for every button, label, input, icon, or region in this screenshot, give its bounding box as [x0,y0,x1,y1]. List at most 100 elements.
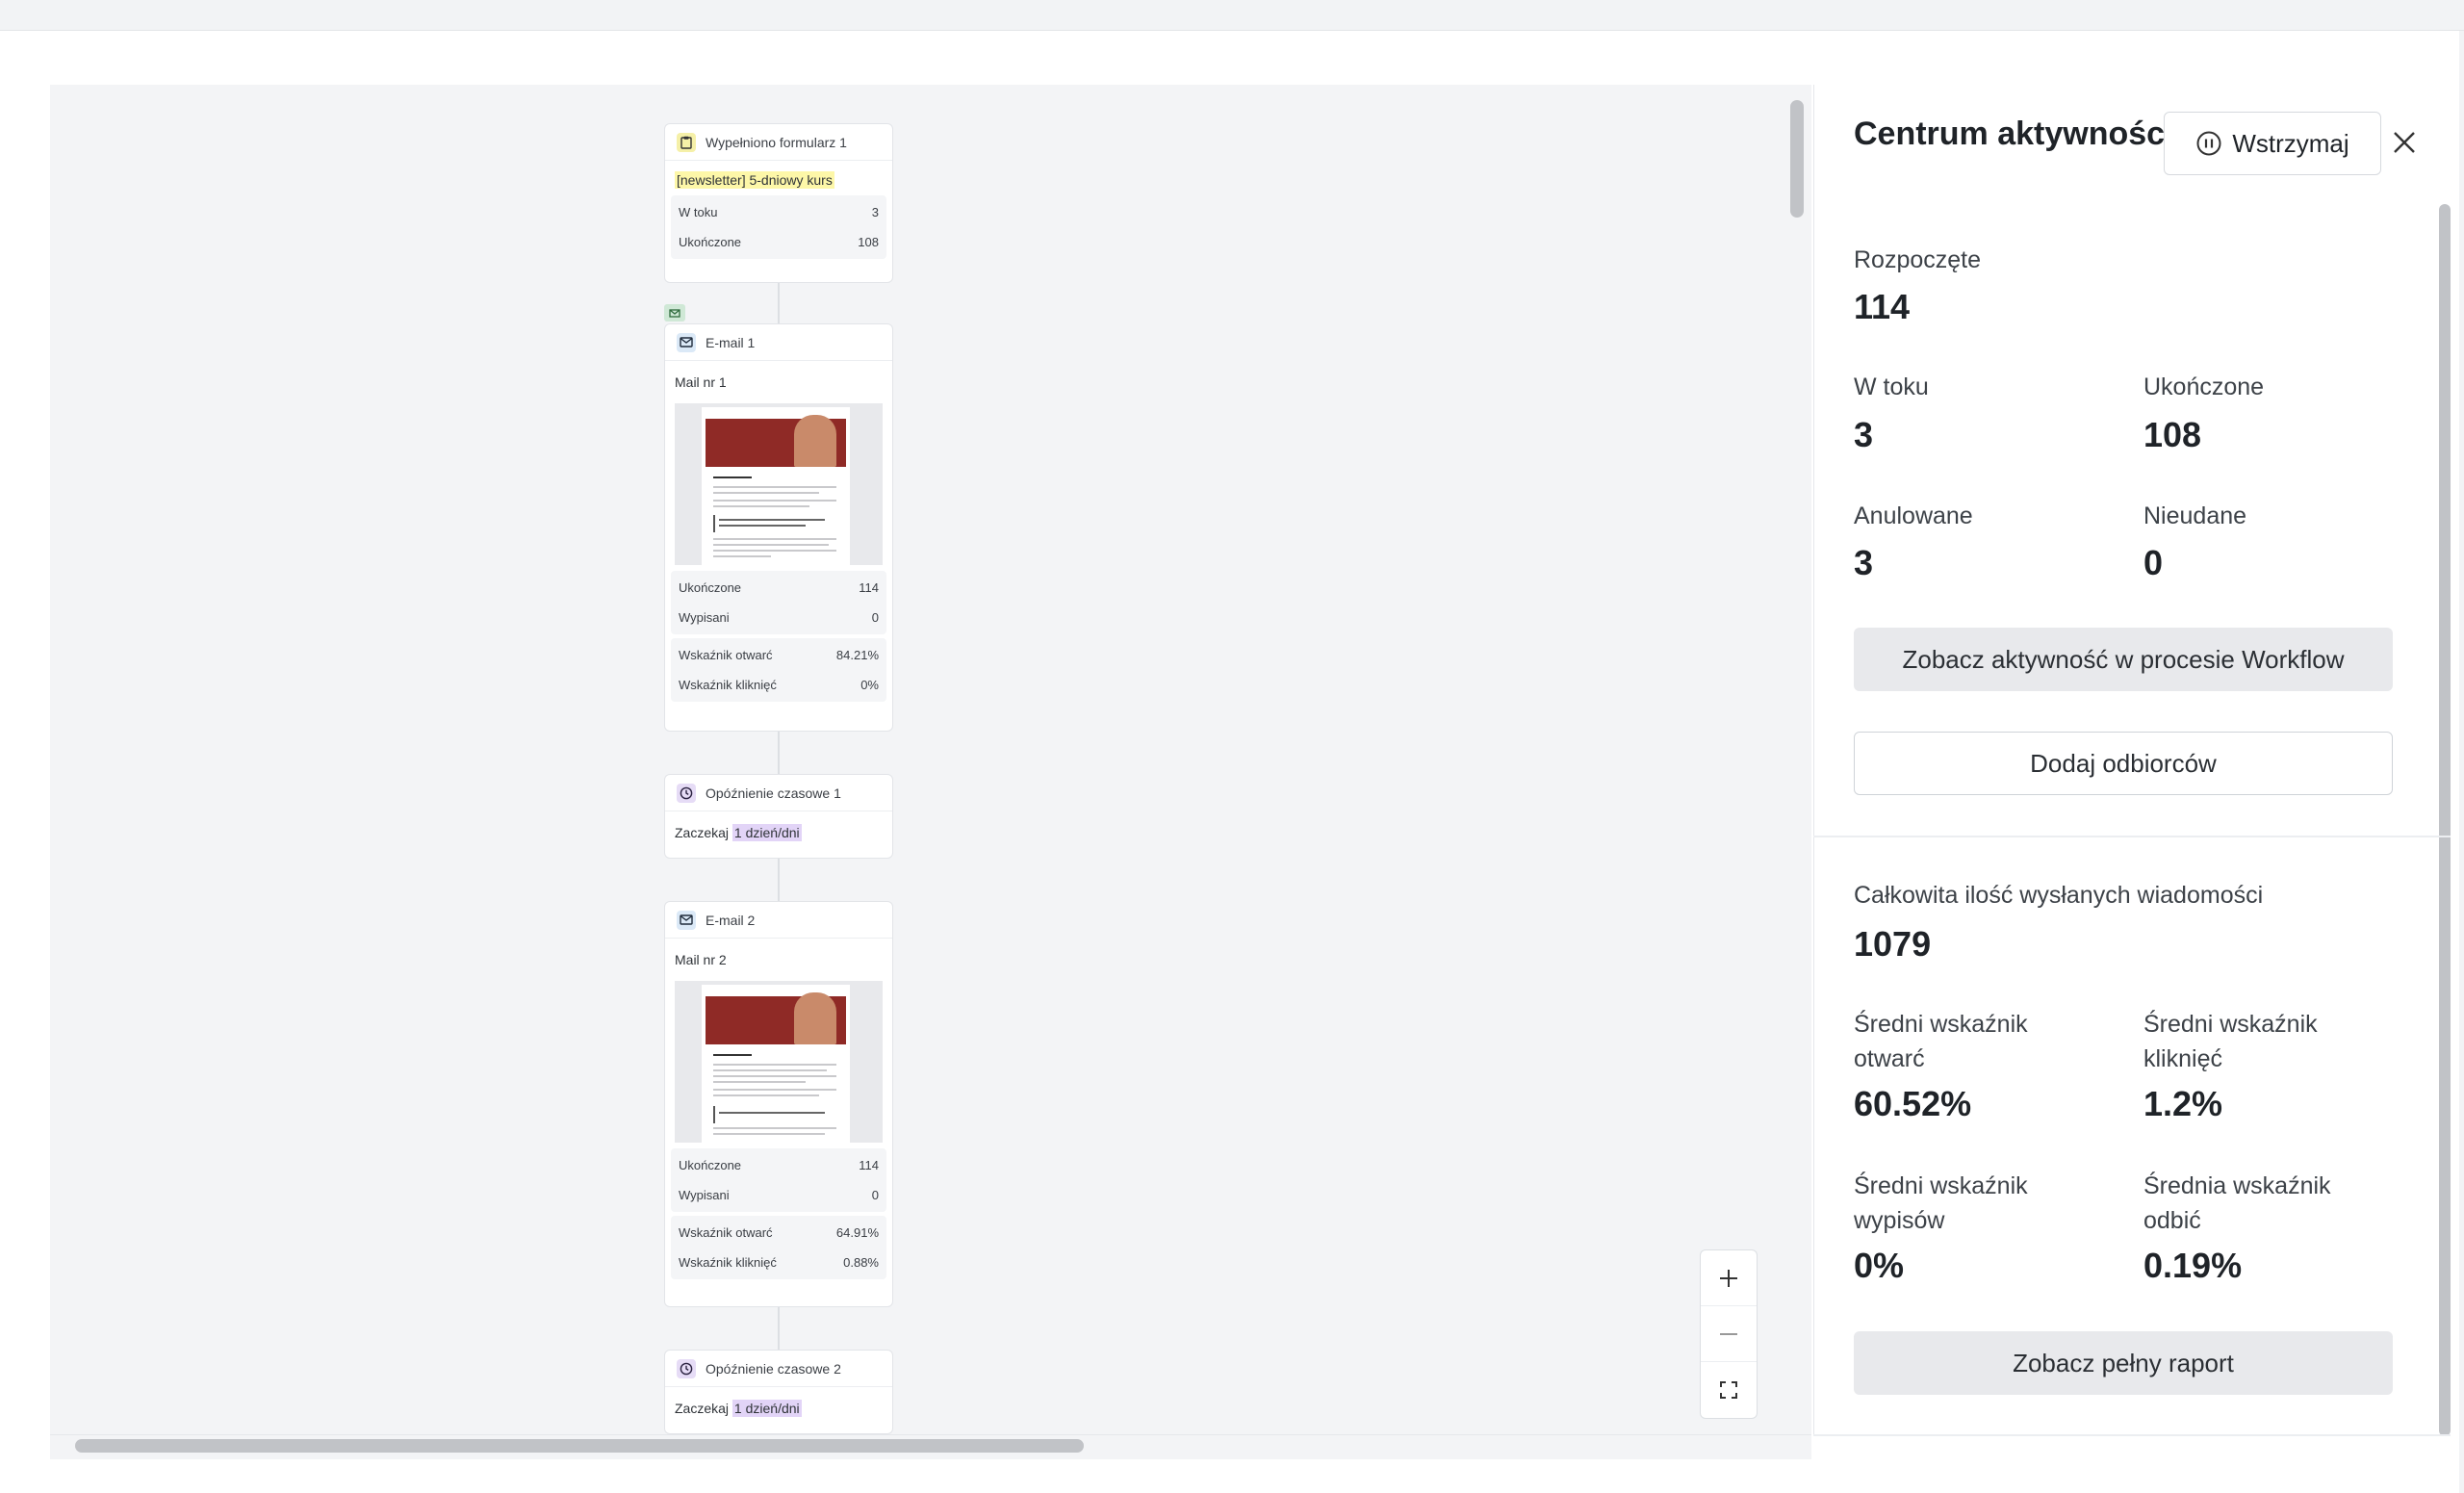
stat-label: Wskaźnik otwarć [679,648,773,662]
stat-value: 64.91% [835,1225,879,1240]
avg-bounce-rate-value: 0.19% [2143,1246,2243,1285]
avg-bounce-rate-label: Średnia wskaźnik odbić [2143,1172,2331,1234]
stat-label: Wypisani [679,610,730,625]
completed-value: 108 [2143,415,2202,454]
delay-duration: 1 dzień/dni [732,1400,802,1417]
avg-click-rate-value: 1.2% [2143,1084,2223,1123]
zoom-in-button[interactable] [1701,1250,1757,1306]
stat-label: Wypisani [679,1188,730,1202]
stat-label: Wskaźnik otwarć [679,1225,773,1240]
delay-node-1[interactable]: Opóźnienie czasowe 1 Zaczekaj 1 dzień/dn… [664,774,893,859]
top-bar [0,0,2464,31]
stat-row: Wskaźnik kliknięć 0.88% [671,1248,886,1277]
canvas-vertical-scroll-thumb[interactable] [1790,100,1804,218]
stat-value: 3 [871,205,879,219]
failed-label: Nieudane [2143,502,2247,529]
delay-prefix: Zaczekaj [675,1401,730,1416]
view-full-report-button[interactable]: Zobacz pełny raport [1854,1331,2393,1395]
stat-row: Wskaźnik otwarć 84.21% [671,640,886,670]
avg-open-rate-value: 60.52% [1854,1084,1972,1123]
email-preview-thumbnail[interactable] [675,981,883,1143]
close-button[interactable] [2385,123,2424,162]
cancelled-label: Anulowane [1854,502,1973,529]
page-gutter [2459,31,2464,1493]
stat-label: Ukończone [679,580,742,595]
in-progress-label: W toku [1854,373,1929,400]
add-recipients-button[interactable]: Dodaj odbiorców [1854,732,2393,795]
panel-title: Centrum aktywności [1854,116,2174,152]
stat-value: 0% [860,678,879,692]
stat-label: Ukończone [679,235,742,249]
stat-value: 0 [871,1188,879,1202]
connector-line [778,1307,780,1350]
connector-line [778,732,780,774]
stat-label: Wskaźnik kliknięć [679,678,777,692]
email-node-1[interactable]: E-mail 1 Mail nr 1 Ukończone 114 Wypisani… [664,323,893,732]
panel-scrollbar[interactable] [2439,204,2451,1436]
plus-icon [1720,1269,1737,1287]
email-preview-thumbnail[interactable] [675,403,883,565]
stat-row: Wypisani 0 [671,1180,886,1210]
email-node-2[interactable]: E-mail 2 Mail nr 2 Ukończone 114 Wypisani… [664,901,893,1307]
failed-value: 0 [2143,543,2164,582]
zoom-out-button[interactable] [1701,1306,1757,1362]
stat-row: Wskaźnik otwarć 64.91% [671,1218,886,1248]
canvas-horizontal-scroll-thumb[interactable] [75,1439,1084,1453]
completed-label: Ukończone [2143,373,2265,400]
trigger-node[interactable]: Wypełniono formularz 1 [newsletter] 5-dn… [664,123,893,283]
trigger-stats: W toku 3 Ukończone 108 [671,195,886,259]
email-subject: Mail nr 2 [675,952,727,967]
stat-value: 114 [859,580,879,595]
email-rate-stats: Wskaźnik otwarć 64.91% Wskaźnik kliknięć 0… [671,1216,886,1279]
pause-button[interactable]: Wstrzymaj [2164,112,2381,175]
canvas-vertical-scrollbar[interactable] [1786,85,1811,1434]
email-stats: Ukończone 114 Wypisani 0 [671,571,886,634]
avg-unsubscribe-rate-value: 0% [1854,1246,1905,1285]
email-node-title: E-mail 2 [706,912,756,928]
delay-node-title: Opóźnienie czasowe 1 [706,785,841,801]
email-rate-stats: Wskaźnik otwarć 84.21% Wskaźnik kliknięć 0… [671,638,886,702]
total-sent-label: Całkowita ilość wysłanych wiadomości [1854,882,2264,909]
fit-view-button[interactable] [1701,1362,1757,1418]
delay-node-title: Opóźnienie czasowe 2 [706,1360,841,1377]
delay-duration: 1 dzień/dni [732,824,802,841]
form-name: [newsletter] 5-dniowy kurs [675,171,834,189]
in-progress-value: 3 [1854,415,1874,454]
stat-row: Ukończone 114 [671,573,886,603]
view-workflow-activity-button[interactable]: Zobacz aktywność w procesie Workflow [1854,628,2393,691]
fullscreen-icon [1720,1381,1737,1399]
panel-divider [1813,836,2451,837]
email-stats: Ukończone 114 Wypisani 0 [671,1148,886,1212]
stat-row: W toku 3 [671,197,886,227]
cancelled-value: 3 [1854,543,1874,582]
panel-bottom-divider [1813,1434,2451,1436]
clock-icon [677,783,696,803]
stat-label: Wskaźnik kliknięć [679,1255,777,1270]
stat-value: 0.88% [843,1255,879,1270]
clipboard-icon [677,132,696,152]
delay-node-2[interactable]: Opóźnienie czasowe 2 Zaczekaj 1 dzień/dn… [664,1350,893,1434]
delay-prefix: Zaczekaj [675,825,730,840]
stat-value: 114 [859,1158,879,1172]
close-icon [2394,132,2415,153]
started-value: 114 [1854,287,1911,326]
email-subject: Mail nr 1 [675,374,727,390]
minus-icon [1720,1332,1737,1335]
mail-icon [677,910,696,930]
total-sent-value: 1079 [1854,924,1932,964]
avg-open-rate-label: Średni wskaźnik otwarć [1854,1011,2028,1072]
connector-line [778,283,780,323]
stat-value: 0 [871,610,879,625]
pause-button-label: Wstrzymaj [2232,128,2349,158]
stat-row: Ukończone 108 [671,227,886,257]
mail-open-badge-icon [664,304,685,322]
stat-row: Wskaźnik kliknięć 0% [671,670,886,700]
stat-value: 108 [858,235,879,249]
trigger-node-title: Wypełniono formularz 1 [706,134,847,150]
stat-label: Ukończone [679,1158,742,1172]
workflow-canvas[interactable] [50,85,1786,1434]
started-label: Rozpoczęte [1854,246,1982,273]
mail-icon [677,332,696,352]
avg-click-rate-label: Średni wskaźnik kliknięć [2143,1011,2318,1072]
stat-value: 84.21% [835,648,879,662]
